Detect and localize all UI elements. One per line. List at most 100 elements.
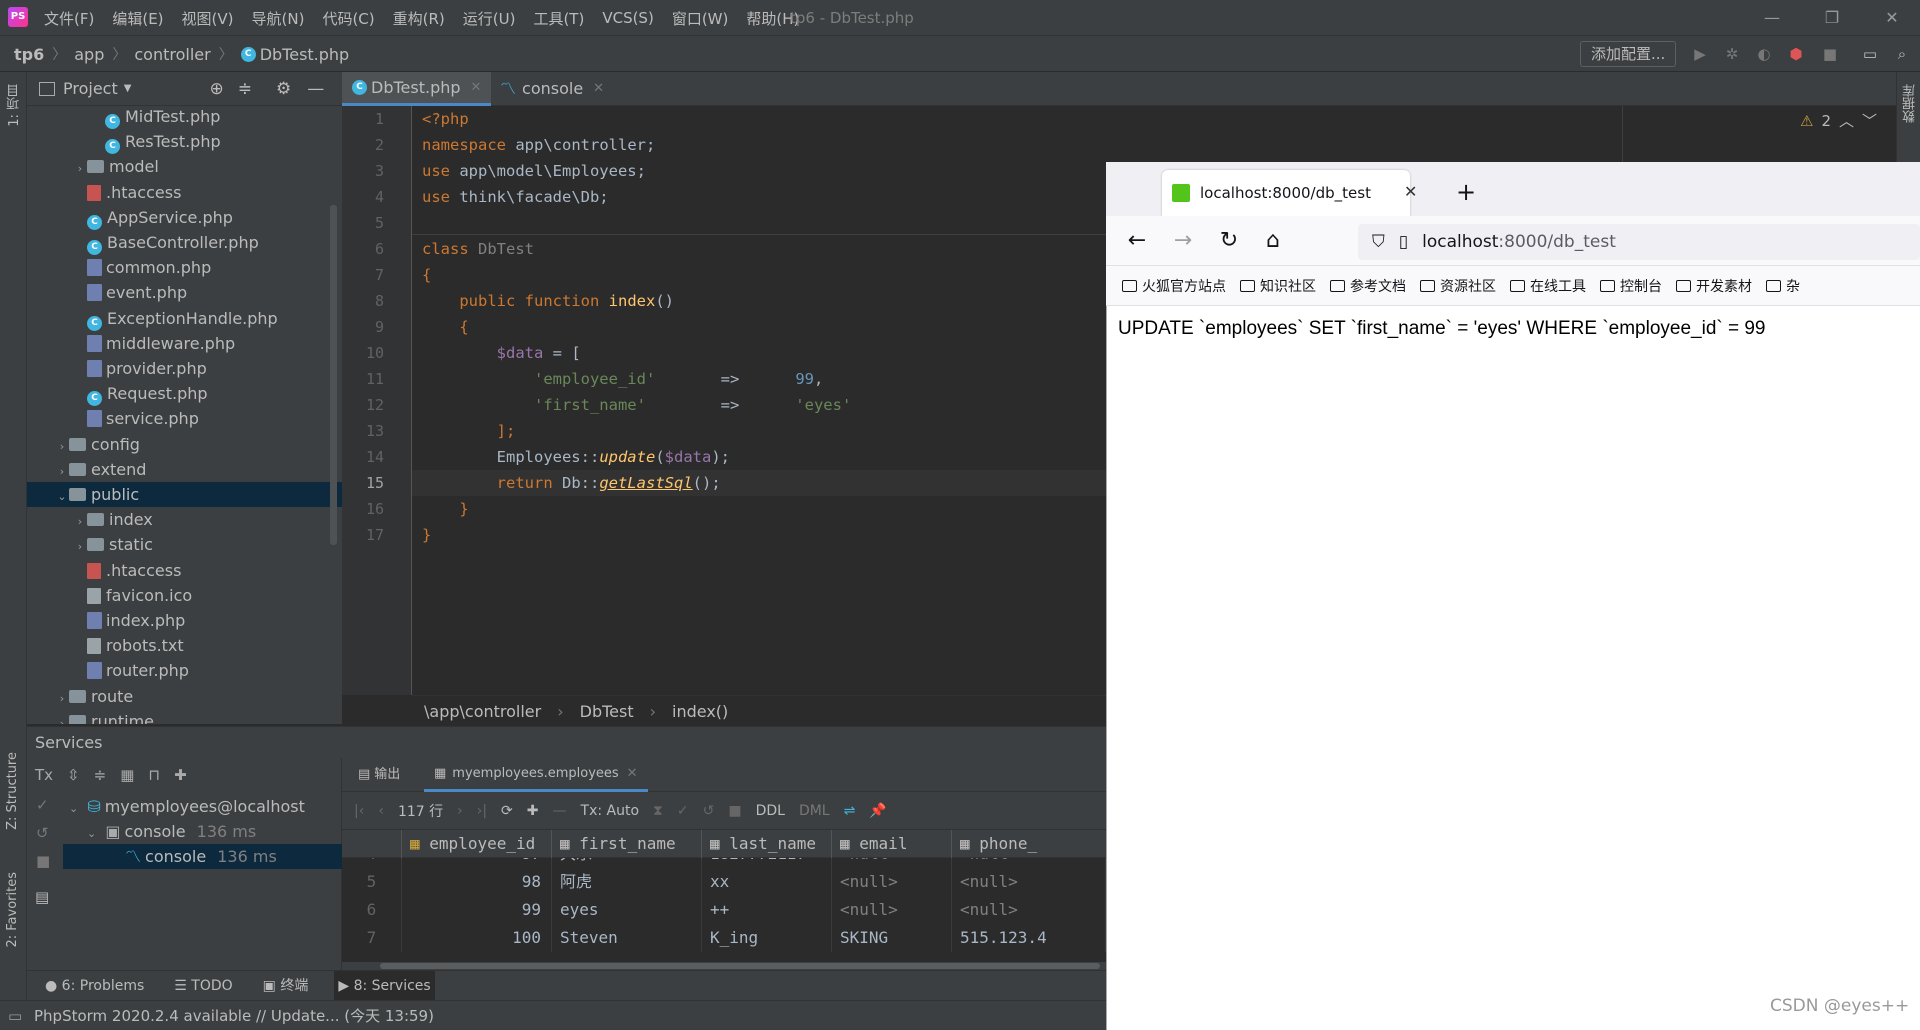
- commit-icon[interactable]: ✓: [677, 803, 689, 819]
- table-cell-email[interactable]: <null>: [832, 896, 952, 924]
- table-cell-id[interactable]: 99: [402, 896, 552, 924]
- tree-item[interactable]: › static: [27, 532, 342, 557]
- hide-icon[interactable]: —: [307, 79, 324, 99]
- menu-window[interactable]: 窗口(W): [672, 8, 729, 29]
- row-count-select[interactable]: 117 行: [398, 801, 443, 821]
- tree-item[interactable]: common.php: [27, 255, 342, 280]
- breadcrumb-app[interactable]: app: [74, 45, 104, 64]
- dropdown-icon[interactable]: ▼: [124, 83, 132, 94]
- minimize-icon[interactable]: —: [1762, 8, 1782, 28]
- compare-icon[interactable]: ⇌: [844, 803, 856, 819]
- status-message[interactable]: PhpStorm 2020.2.4 available // Update...…: [34, 1007, 434, 1025]
- tab-employees-table[interactable]: ▦ myemployees.employees ✕: [424, 758, 648, 792]
- tree-item[interactable]: provider.php: [27, 356, 342, 381]
- tree-item[interactable]: › extend: [27, 457, 342, 482]
- last-page-icon[interactable]: ›|: [477, 803, 487, 819]
- add-configuration-button[interactable]: 添加配置...: [1580, 41, 1677, 67]
- tree-item[interactable]: .htaccess: [27, 558, 342, 583]
- home-icon[interactable]: ⌂: [1260, 229, 1286, 253]
- remove-row-icon[interactable]: —: [553, 803, 567, 819]
- expand-all-icon[interactable]: ⇳: [67, 766, 80, 784]
- address-bar[interactable]: ⛉ ▯ localhost:8000/db_test: [1358, 224, 1920, 260]
- add-row-icon[interactable]: ✚: [527, 803, 539, 819]
- table-cell-last[interactable]: ++: [702, 896, 832, 924]
- chevron-icon[interactable]: ›: [55, 711, 69, 724]
- crumb-class[interactable]: DbTest: [580, 702, 634, 721]
- tree-item[interactable]: C ExceptionHandle.php: [27, 306, 342, 331]
- layout-icon[interactable]: ▤: [35, 888, 49, 906]
- table-cell-num[interactable]: 7: [342, 924, 402, 952]
- rollback-icon[interactable]: ↺: [36, 824, 49, 842]
- debug-icon[interactable]: ✲: [1722, 44, 1742, 64]
- chevron-icon[interactable]: ›: [55, 459, 69, 484]
- restore-icon[interactable]: ❐: [1822, 8, 1842, 28]
- tree-item[interactable]: C Request.php: [27, 381, 342, 407]
- tree-item[interactable]: robots.txt: [27, 633, 342, 658]
- tab-dbtest[interactable]: C DbTest.php ✕: [342, 72, 492, 106]
- new-tab-icon[interactable]: +: [1456, 178, 1476, 206]
- table-cell-num[interactable]: 4: [342, 858, 402, 868]
- tx-mode-select[interactable]: Tx: Auto: [581, 803, 640, 819]
- project-panel-title[interactable]: Project: [63, 79, 118, 98]
- prev-page-icon[interactable]: ‹: [378, 803, 384, 819]
- menu-navigate[interactable]: 导航(N): [252, 8, 305, 29]
- tab-services[interactable]: ▶ 8: Services: [334, 970, 435, 1001]
- next-page-icon[interactable]: ›: [457, 803, 463, 819]
- project-scrollbar[interactable]: [330, 205, 337, 545]
- table-cell-email[interactable]: <null>: [832, 858, 952, 868]
- structure-tool-tab[interactable]: Z: Structure: [5, 752, 20, 830]
- tx-icon[interactable]: Tx: [35, 766, 53, 784]
- menu-file[interactable]: 文件(F): [44, 8, 94, 29]
- tree-item[interactable]: .htaccess: [27, 180, 342, 205]
- history-icon[interactable]: ⧗: [653, 803, 663, 819]
- chevron-icon[interactable]: ›: [55, 434, 69, 459]
- menu-edit[interactable]: 编辑(E): [112, 8, 163, 29]
- tree-item[interactable]: router.php: [27, 658, 342, 683]
- tab-output[interactable]: ▤ 输出: [348, 758, 410, 792]
- crumb-method[interactable]: index(): [672, 702, 728, 721]
- table-cell-phone[interactable]: <null>: [952, 896, 1106, 924]
- table-cell-id[interactable]: 100: [402, 924, 552, 952]
- table-cell-last[interactable]: K_ing: [702, 924, 832, 952]
- tree-item[interactable]: › index: [27, 507, 342, 532]
- column-header-phone[interactable]: ▦ phone_: [952, 830, 1106, 858]
- breadcrumb-file[interactable]: C DbTest.php: [240, 45, 349, 64]
- pin-icon[interactable]: 📌: [869, 803, 886, 819]
- profile-icon[interactable]: ⬢: [1786, 44, 1806, 64]
- reload-icon[interactable]: ⟳: [501, 803, 513, 819]
- bookmark-folder[interactable]: 在线工具: [1510, 276, 1586, 296]
- dml-button[interactable]: DML: [799, 803, 830, 819]
- breadcrumb-project[interactable]: tp6: [14, 45, 44, 64]
- database-tool-tab[interactable]: 数据库: [1901, 84, 1920, 123]
- chevron-icon[interactable]: ›: [73, 534, 87, 559]
- tree-item[interactable]: › config: [27, 432, 342, 457]
- project-tool-tab[interactable]: 1: 项目: [5, 84, 24, 127]
- tree-item[interactable]: index.php: [27, 608, 342, 633]
- chevron-icon[interactable]: ›: [73, 509, 87, 534]
- crumb-namespace[interactable]: \app\controller: [424, 702, 541, 721]
- tree-item[interactable]: C BaseController.php: [27, 230, 342, 255]
- column-header-employee-id[interactable]: ▦ employee_id: [402, 830, 552, 858]
- column-header-email[interactable]: ▦ email: [832, 830, 952, 858]
- tab-terminal[interactable]: ▣ 终端: [259, 971, 313, 1001]
- menu-tools[interactable]: 工具(T): [533, 8, 584, 29]
- table-row[interactable]: 5 98 阿虎 xx <null> <null>: [342, 868, 1106, 896]
- table-cell-first[interactable]: 大乐: [552, 858, 702, 868]
- breadcrumb-controller[interactable]: controller: [134, 45, 210, 64]
- bookmark-folder[interactable]: 开发素材: [1676, 276, 1752, 296]
- tab-console[interactable]: 〽 console ✕: [490, 72, 614, 106]
- tree-item[interactable]: favicon.ico: [27, 583, 342, 608]
- grid-scroll-thumb[interactable]: [380, 963, 1100, 969]
- stop-icon[interactable]: ■: [728, 803, 741, 819]
- add-service-icon[interactable]: ✚: [174, 766, 187, 784]
- tree-item[interactable]: › route: [27, 684, 342, 709]
- first-page-icon[interactable]: |‹: [354, 803, 364, 819]
- tab-todo[interactable]: ☰ TODO: [170, 971, 236, 1001]
- favorites-tool-tab[interactable]: 2: Favorites: [5, 872, 20, 948]
- shield-icon[interactable]: ⛉: [1372, 232, 1385, 252]
- chevron-up-icon[interactable]: ︿: [1839, 110, 1854, 131]
- menu-view[interactable]: 视图(V): [182, 8, 234, 29]
- tree-item[interactable]: C AppService.php: [27, 205, 342, 230]
- menu-code[interactable]: 代码(C): [322, 8, 374, 29]
- bookmark-folder[interactable]: 知识社区: [1240, 276, 1316, 296]
